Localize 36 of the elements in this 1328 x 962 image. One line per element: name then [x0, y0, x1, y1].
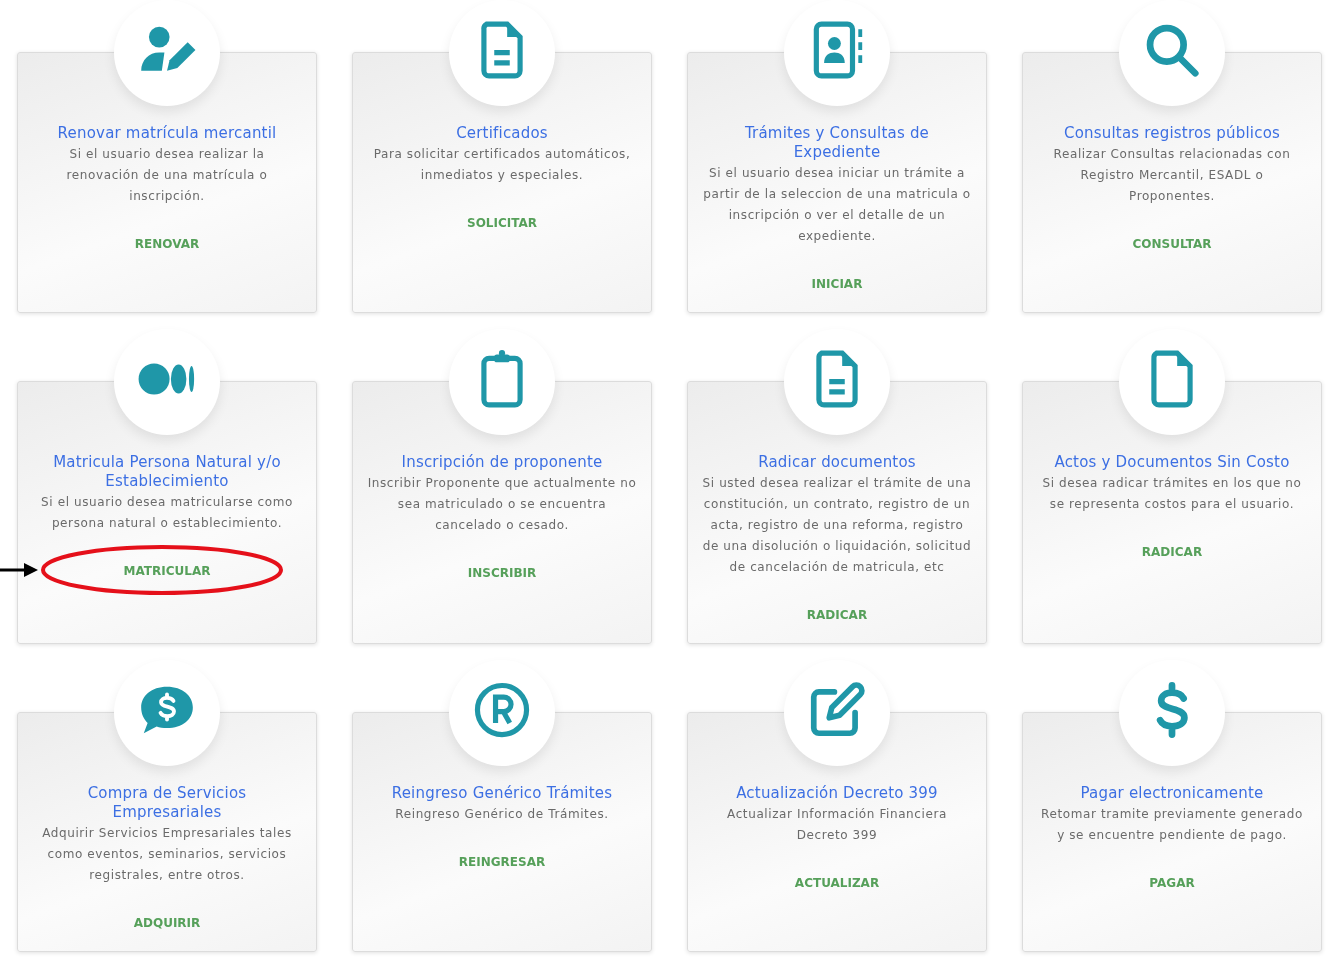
card-description: Adquirir Servicios Empresariales tales como eventos, seminarios, servicios registrales, entre otros. [41, 825, 293, 884]
action-link[interactable]: PAGAR [1149, 875, 1195, 891]
card-title: Pagar electronicamente [1080, 784, 1264, 803]
card-description: Inscribir Proponente que actualmente no sea matriculado o se encuentra cancelado o cesado. [367, 475, 637, 534]
card-title: Actos y Documentos Sin Costo [1054, 453, 1290, 472]
card-description: Retomar tramite previamente generado y se encuentre pendiente de pago. [1040, 806, 1304, 844]
action-link[interactable]: MATRICULAR [123, 563, 211, 579]
card-title: Reingreso Genérico Trámites [391, 784, 613, 803]
action-link[interactable]: REINGRESAR [458, 854, 546, 870]
action-link[interactable]: INSCRIBIR [467, 565, 537, 581]
card-title: Certificados [456, 124, 548, 143]
action-link[interactable]: RENOVAR [134, 236, 200, 252]
card-title: Renovar matrícula mercantil [57, 124, 277, 143]
card-title: Actualización Decreto 399 [736, 784, 938, 803]
action-link[interactable]: INICIAR [811, 276, 863, 292]
card-description: Si el usuario desea matricularse como persona natural o establecimiento. [40, 494, 294, 532]
action-link[interactable]: ACTUALIZAR [794, 875, 880, 891]
card-title: Radicar documentos [758, 453, 916, 472]
card-title: Trámites y Consultas de Expediente [743, 124, 931, 162]
action-link[interactable]: CONSULTAR [1132, 236, 1212, 252]
action-link[interactable]: SOLICITAR [467, 215, 537, 231]
card-description: Para solicitar certificados automáticos, inmediatos y especiales. [372, 146, 632, 184]
card-title: Compra de Servicios Empresariales [86, 784, 248, 822]
card-title: Inscripción de proponente [401, 453, 603, 472]
card-title: Consultas registros públicos [1063, 124, 1281, 143]
action-link[interactable]: ADQUIRIR [133, 915, 201, 931]
card-description: Reingreso Genérico de Trámites. [395, 806, 609, 823]
card-description: Realizar Consultas relacionadas con Registro Mercantil, ESADL o Proponentes. [1052, 146, 1292, 205]
card-description: Si el usuario desea iniciar un trámite a partir de la seleccion de una matricula o inscripción o ver el detalle de un expediente. [702, 165, 972, 245]
card-description: Si desea radicar trámites en los que no se representa costos para el usuario. [1041, 475, 1303, 513]
card-description: Si el usuario desea realizar la renovación de una matrícula o inscripción. [65, 146, 269, 205]
card-description: Si usted desea realizar el trámite de una constitución, un contrato, registro de un acta, registro de una reforma, registro de una disolución o liquidación, solicitud de cancelación de matricula, etc [702, 475, 972, 576]
action-link[interactable]: RADICAR [1141, 544, 1203, 560]
action-link[interactable]: RADICAR [806, 607, 868, 623]
card-title: Matricula Persona Natural y/o Establecimiento [52, 453, 282, 491]
card-description: Actualizar Información Financiera Decreto 399 [726, 806, 948, 844]
